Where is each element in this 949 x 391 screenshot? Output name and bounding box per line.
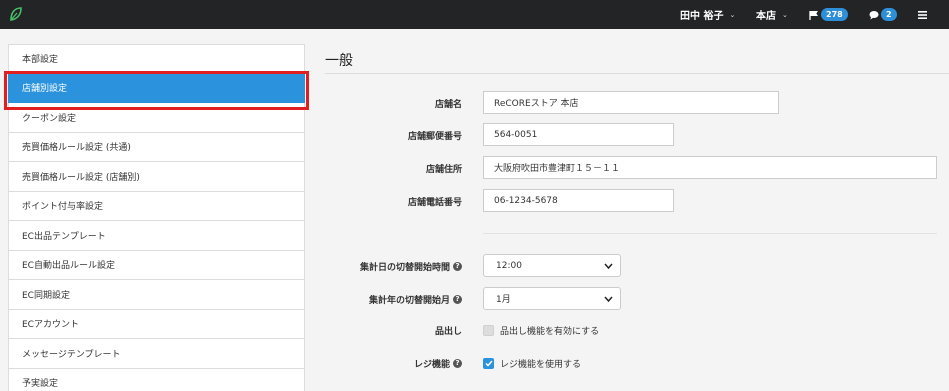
user-name: 田中 裕子 [680, 11, 724, 22]
user-menu[interactable]: 田中 裕子 ⌄ [680, 0, 735, 29]
address-label: 店舗住所 [425, 164, 462, 175]
sidebar-item-label: 売買価格ルール設定 (共通) [22, 143, 131, 154]
sidebar-item-ec-auto-listing[interactable]: EC自動出品ルール設定 [8, 250, 305, 280]
register-checkbox-label: レジ機能を使用する [500, 359, 582, 370]
main-menu-button[interactable] [918, 0, 927, 29]
sidebar-item-message-template[interactable]: メッセージテンプレート [8, 339, 305, 369]
year-switch-label: 集計年の切替開始月 ? [369, 287, 462, 311]
flag-count-badge: 278 [821, 8, 848, 21]
address-value: 大阪府吹田市豊津町１５－１１ [494, 164, 621, 174]
register-label: レジ機能 ? [414, 351, 462, 375]
phone-value: 06-1234-5678 [494, 195, 558, 206]
chevron-down-icon: ⌄ [782, 10, 788, 19]
sidebar-item-label: 本部設定 [22, 55, 59, 66]
comments-button[interactable]: 2 [869, 0, 897, 29]
store-name: 本店 [756, 11, 776, 22]
store-name-row: 店舗名 ReCOREストア 本店 [325, 91, 949, 115]
flags-button[interactable]: 278 [809, 0, 848, 29]
sidebar-item-budget-settings[interactable]: 予実設定 [8, 368, 305, 391]
flag-icon [809, 10, 818, 20]
sidebar-item-label: クーポン設定 [22, 113, 77, 124]
chevron-down-icon: ⌄ [729, 10, 736, 19]
sidebar-item-store-settings[interactable]: 店舗別設定 [8, 73, 305, 103]
top-navbar: 田中 裕子 ⌄ 本店 ⌄ 278 2 [0, 0, 949, 29]
sidebar-item-label: EC同期設定 [22, 290, 70, 301]
register-row: レジ機能 ? レジ機能を使用する [325, 351, 949, 375]
phone-input[interactable]: 06-1234-5678 [483, 189, 674, 212]
store-name-label: 店舗名 [434, 99, 462, 110]
register-checkbox-wrap[interactable]: レジ機能を使用する [483, 351, 581, 375]
register-label-text: レジ機能 [413, 359, 450, 370]
shipping-checkbox[interactable] [483, 324, 494, 336]
shipping-checkbox-wrap[interactable]: 品出し機能を有効にする [483, 318, 599, 342]
chevron-down-icon [604, 263, 613, 270]
checkmark-icon [484, 360, 493, 367]
title-divider [325, 73, 949, 74]
sidebar-item-coupon-settings[interactable]: クーポン設定 [8, 103, 305, 133]
sidebar-item-price-rules-common[interactable]: 売買価格ルール設定 (共通) [8, 132, 305, 162]
sidebar-item-label: 店舗別設定 [22, 84, 68, 95]
sidebar-item-label: メッセージテンプレート [22, 349, 121, 360]
sidebar-item-label: 予実設定 [22, 379, 59, 390]
section-divider [483, 233, 937, 234]
sidebar-item-label: 売買価格ルール設定 (店舗別) [22, 172, 140, 183]
year-switch-row: 集計年の切替開始月 ? 1月 [325, 287, 949, 311]
day-switch-label-text: 集計日の切替開始時間 [359, 262, 450, 273]
help-icon[interactable]: ? [453, 294, 462, 304]
day-switch-time-value: 12:00 [496, 260, 522, 271]
comment-count-badge: 2 [881, 8, 897, 21]
help-icon[interactable]: ? [453, 358, 462, 368]
sidebar-item-label: EC自動出品ルール設定 [22, 261, 115, 272]
shipping-label: 品出し [434, 326, 462, 337]
address-input[interactable]: 大阪府吹田市豊津町１５－１１ [483, 156, 937, 179]
shipping-row: 品出し 品出し機能を有効にする [325, 318, 949, 342]
settings-sidebar: 本部設定 店舗別設定 クーポン設定 売買価格ルール設定 (共通) 売買価格ルール… [8, 44, 305, 391]
postal-code-input[interactable]: 564-0051 [483, 123, 674, 146]
address-row: 店舗住所 大阪府吹田市豊津町１５－１１ [325, 156, 949, 180]
chevron-down-icon [604, 296, 613, 303]
postal-code-value: 564-0051 [494, 129, 538, 140]
sidebar-item-ec-template[interactable]: EC出品テンプレート [8, 221, 305, 251]
store-name-value: ReCOREストア 本店 [494, 99, 579, 109]
postal-code-label: 店舗郵便番号 [407, 131, 462, 142]
hamburger-icon [918, 10, 927, 19]
leaf-logo-icon[interactable] [9, 6, 23, 22]
sidebar-item-point-rate[interactable]: ポイント付与率設定 [8, 191, 305, 221]
register-checkbox[interactable] [483, 357, 494, 369]
help-icon[interactable]: ? [453, 261, 462, 271]
store-menu[interactable]: 本店 ⌄ [756, 0, 788, 29]
sidebar-item-label: ECアカウント [22, 320, 79, 331]
general-settings-panel: 一般 店舗名 ReCOREストア 本店 店舗郵便番号 564-0051 店舗住所… [325, 44, 949, 391]
sidebar-item-ec-sync[interactable]: EC同期設定 [8, 280, 305, 310]
comment-icon [869, 10, 879, 19]
shipping-checkbox-label: 品出し機能を有効にする [500, 326, 600, 337]
sidebar-item-ec-account[interactable]: ECアカウント [8, 309, 305, 339]
year-switch-month-value: 1月 [496, 295, 511, 305]
page-title: 一般 [325, 53, 353, 69]
postal-code-row: 店舗郵便番号 564-0051 [325, 123, 949, 147]
day-switch-row: 集計日の切替開始時間 ? 12:00 [325, 254, 949, 278]
day-switch-label: 集計日の切替開始時間 ? [360, 254, 462, 278]
phone-label: 店舗電話番号 [407, 197, 462, 208]
sidebar-item-hq-settings[interactable]: 本部設定 [8, 44, 305, 74]
sidebar-item-price-rules-store[interactable]: 売買価格ルール設定 (店舗別) [8, 162, 305, 192]
sidebar-item-label: ポイント付与率設定 [22, 202, 104, 213]
day-switch-time-select[interactable]: 12:00 [483, 254, 621, 277]
phone-row: 店舗電話番号 06-1234-5678 [325, 189, 949, 213]
sidebar-item-label: EC出品テンプレート [22, 231, 106, 242]
store-name-input[interactable]: ReCOREストア 本店 [483, 91, 779, 114]
year-switch-month-select[interactable]: 1月 [483, 287, 621, 310]
year-switch-label-text: 集計年の切替開始月 [368, 295, 450, 306]
